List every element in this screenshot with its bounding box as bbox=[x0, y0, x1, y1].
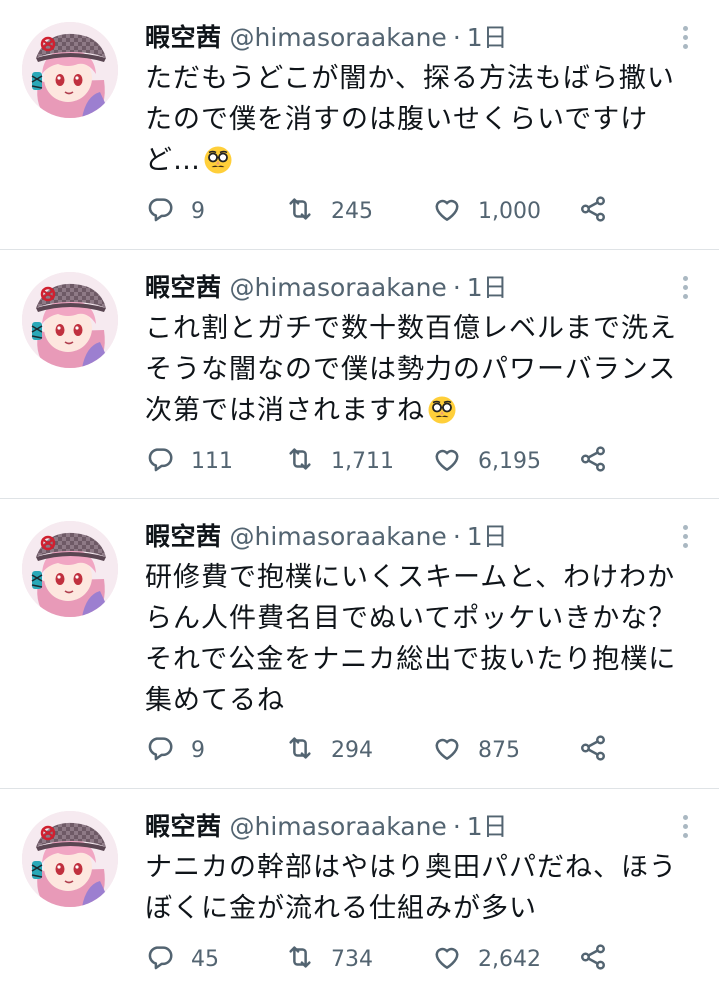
tweet-text: ただもうどこが闇か、探る方法もばら撒いたので僕を消すのは腹いせくらいですけど… bbox=[145, 58, 689, 181]
reply-button[interactable]: 45 bbox=[145, 941, 219, 977]
like-button[interactable]: 6,195 bbox=[432, 443, 541, 479]
reply-count: 9 bbox=[191, 737, 205, 763]
user-handle[interactable]: @himasoraakane bbox=[230, 23, 447, 52]
tweet-header: 暇空茜 @himasoraakane · 1日 bbox=[145, 807, 699, 847]
user-handle[interactable]: @himasoraakane bbox=[230, 812, 447, 841]
tweet-header: 暇空茜 @himasoraakane · 1日 bbox=[145, 18, 699, 58]
share-button[interactable] bbox=[578, 941, 608, 977]
display-name[interactable]: 暇空茜 bbox=[145, 522, 222, 551]
tweet-text: 研修費で抱樸にいくスキームと、わけわからん人件費名目でぬいてポッケいきかな？それ… bbox=[145, 562, 677, 716]
reply-icon bbox=[145, 733, 175, 767]
retweet-button[interactable]: 1,711 bbox=[285, 443, 394, 479]
reply-button[interactable]: 9 bbox=[145, 732, 205, 768]
like-button[interactable]: 875 bbox=[432, 732, 520, 768]
timestamp[interactable]: 1日 bbox=[467, 23, 508, 52]
retweet-icon bbox=[285, 444, 315, 478]
tweet-text: これ割とガチで数十数百億レベルまで洗えそうな闇なので僕は勢力のパワーバランス次第… bbox=[145, 308, 689, 431]
reply-icon bbox=[145, 194, 175, 228]
tweet-content: 暇空茜 @himasoraakane · 1日 研修費で抱樸にいくスキームと、わけわか… bbox=[145, 517, 699, 721]
timestamp[interactable]: 1日 bbox=[467, 273, 508, 302]
heart-icon bbox=[432, 733, 462, 767]
tweet-text: ナニカの幹部はやはり奥田パパだね、ほうぼくに金が流れる仕組みが多い bbox=[145, 852, 677, 924]
tweet[interactable]: 暇空茜 @himasoraakane · 1日 ナニカの幹部はやはり奥田パパだね、ほう… bbox=[0, 789, 719, 1001]
avatar[interactable] bbox=[22, 521, 118, 617]
reply-icon bbox=[145, 942, 175, 976]
reply-count: 9 bbox=[191, 198, 205, 224]
tweet[interactable]: 暇空茜 @himasoraakane · 1日 研修費で抱樸にいくスキームと、わけわか… bbox=[0, 499, 719, 789]
like-button[interactable]: 2,642 bbox=[432, 941, 541, 977]
share-icon bbox=[578, 194, 608, 228]
retweet-count: 245 bbox=[331, 198, 373, 224]
retweet-button[interactable]: 734 bbox=[285, 941, 373, 977]
retweet-icon bbox=[285, 942, 315, 976]
user-handle[interactable]: @himasoraakane bbox=[230, 522, 447, 551]
like-count: 875 bbox=[478, 737, 520, 763]
separator-dot: · bbox=[452, 23, 461, 52]
retweet-icon bbox=[285, 194, 315, 228]
retweet-icon bbox=[285, 733, 315, 767]
tweet-content: 暇空茜 @himasoraakane · 1日 ただもうどこが闇か、探る方法もばら撒い… bbox=[145, 18, 699, 181]
heart-icon bbox=[432, 942, 462, 976]
retweet-button[interactable]: 294 bbox=[285, 732, 373, 768]
tweet-content: 暇空茜 @himasoraakane · 1日 ナニカの幹部はやはり奥田パパだね、ほう… bbox=[145, 807, 699, 929]
reply-count: 45 bbox=[191, 946, 219, 972]
disguise-face-icon bbox=[203, 145, 233, 175]
more-vertical-icon[interactable] bbox=[675, 525, 695, 551]
tweet[interactable]: 暇空茜 @himasoraakane · 1日 これ割とガチで数十数百億レベルまで洗え… bbox=[0, 250, 719, 499]
tweet-text-body: これ割とガチで数十数百億レベルまで洗えそうな闇なので僕は勢力のパワーバランス次第… bbox=[145, 313, 677, 426]
tweet-content: 暇空茜 @himasoraakane · 1日 これ割とガチで数十数百億レベルまで洗え… bbox=[145, 268, 699, 431]
separator-dot: · bbox=[452, 812, 461, 841]
retweet-count: 734 bbox=[331, 946, 373, 972]
tweet[interactable]: 暇空茜 @himasoraakane · 1日 ただもうどこが闇か、探る方法もばら撒い… bbox=[0, 0, 719, 250]
reply-icon bbox=[145, 444, 175, 478]
share-button[interactable] bbox=[578, 193, 608, 229]
reply-button[interactable]: 111 bbox=[145, 443, 233, 479]
timestamp[interactable]: 1日 bbox=[467, 522, 508, 551]
avatar[interactable] bbox=[22, 811, 118, 907]
reply-count: 111 bbox=[191, 448, 233, 474]
avatar[interactable] bbox=[22, 22, 118, 118]
like-count: 1,000 bbox=[478, 198, 541, 224]
user-handle[interactable]: @himasoraakane bbox=[230, 273, 447, 302]
like-count: 6,195 bbox=[478, 448, 541, 474]
display-name[interactable]: 暇空茜 bbox=[145, 273, 222, 302]
disguise-face-icon bbox=[427, 395, 457, 425]
tweet-header: 暇空茜 @himasoraakane · 1日 bbox=[145, 268, 699, 308]
display-name[interactable]: 暇空茜 bbox=[145, 812, 222, 841]
retweet-count: 294 bbox=[331, 737, 373, 763]
display-name[interactable]: 暇空茜 bbox=[145, 23, 222, 52]
tweet-actions: 45 734 2,642 bbox=[145, 941, 719, 977]
heart-icon bbox=[432, 444, 462, 478]
share-button[interactable] bbox=[578, 732, 608, 768]
timestamp[interactable]: 1日 bbox=[467, 812, 508, 841]
more-vertical-icon[interactable] bbox=[675, 815, 695, 841]
share-icon bbox=[578, 444, 608, 478]
share-icon bbox=[578, 942, 608, 976]
share-button[interactable] bbox=[578, 443, 608, 479]
retweet-count: 1,711 bbox=[331, 448, 394, 474]
timeline: 暇空茜 @himasoraakane · 1日 ただもうどこが闇か、探る方法もばら撒い… bbox=[0, 0, 719, 1001]
share-icon bbox=[578, 733, 608, 767]
tweet-actions: 9 294 875 bbox=[145, 732, 719, 768]
separator-dot: · bbox=[452, 273, 461, 302]
like-button[interactable]: 1,000 bbox=[432, 193, 541, 229]
tweet-actions: 111 1,711 6,195 bbox=[145, 443, 719, 479]
more-vertical-icon[interactable] bbox=[675, 276, 695, 302]
more-vertical-icon[interactable] bbox=[675, 26, 695, 52]
separator-dot: · bbox=[452, 522, 461, 551]
tweet-actions: 9 245 1,000 bbox=[145, 193, 719, 229]
tweet-header: 暇空茜 @himasoraakane · 1日 bbox=[145, 517, 699, 557]
avatar[interactable] bbox=[22, 272, 118, 368]
retweet-button[interactable]: 245 bbox=[285, 193, 373, 229]
reply-button[interactable]: 9 bbox=[145, 193, 205, 229]
like-count: 2,642 bbox=[478, 946, 541, 972]
heart-icon bbox=[432, 194, 462, 228]
